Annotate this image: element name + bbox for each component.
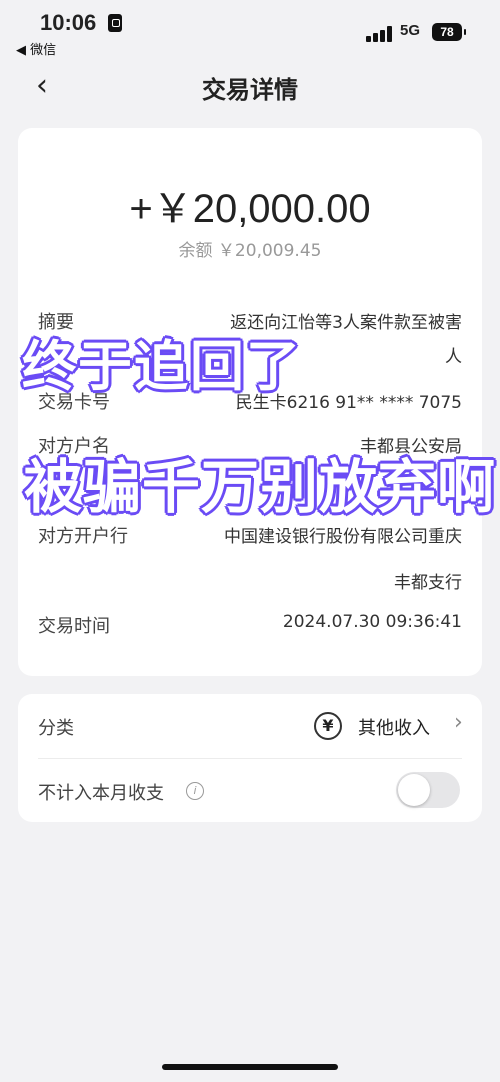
divider bbox=[38, 758, 462, 759]
transaction-amount: +￥20,000.00 bbox=[129, 187, 371, 231]
time-value: 2024.07.30 09:36:41 bbox=[282, 612, 462, 632]
time-label: 交易时间 bbox=[38, 616, 110, 637]
income-icon: ¥ bbox=[314, 712, 342, 740]
page-title: 交易详情 bbox=[202, 76, 298, 104]
transaction-card: +￥20,000.00 余额 ￥20,009.45 摘要 返还向江怡等3人案件款… bbox=[18, 128, 482, 676]
home-indicator[interactable] bbox=[162, 1064, 338, 1070]
balance-text: 余额 ￥20,009.45 bbox=[178, 241, 322, 261]
exclude-label: 不计入本月收支 bbox=[38, 783, 164, 804]
category-value[interactable]: 其他收入 bbox=[358, 714, 430, 740]
info-icon[interactable]: i bbox=[186, 782, 204, 800]
status-bar: 10:06 ◀ 微信 5G 78 bbox=[0, 0, 500, 60]
signal-icon bbox=[366, 26, 394, 42]
chevron-right-icon[interactable]: › bbox=[454, 710, 463, 735]
overlay-caption-2: 被骗千万别放弃啊 bbox=[24, 453, 497, 521]
settings-card: 分类 ¥ 其他收入 › 不计入本月收支 i bbox=[18, 694, 482, 822]
exclude-toggle[interactable] bbox=[396, 772, 460, 808]
status-time: 10:06 bbox=[40, 10, 97, 35]
overlay-caption-1: 终于追回了 bbox=[22, 335, 302, 398]
bank-value-line1: 中国建设银行股份有限公司重庆 bbox=[224, 527, 462, 547]
network-type: 5G bbox=[400, 22, 421, 39]
bank-label: 对方开户行 bbox=[38, 526, 128, 547]
toggle-knob bbox=[398, 774, 430, 806]
back-to-app-link[interactable]: ◀ 微信 bbox=[16, 39, 56, 58]
nav-bar: ‹ 交易详情 bbox=[0, 60, 500, 114]
battery-icon: 78 bbox=[432, 23, 466, 41]
bank-value-line2: 丰都支行 bbox=[394, 573, 462, 593]
summary-value-line2: 人 bbox=[445, 347, 462, 367]
lock-icon bbox=[108, 14, 122, 32]
category-label: 分类 bbox=[38, 718, 74, 739]
